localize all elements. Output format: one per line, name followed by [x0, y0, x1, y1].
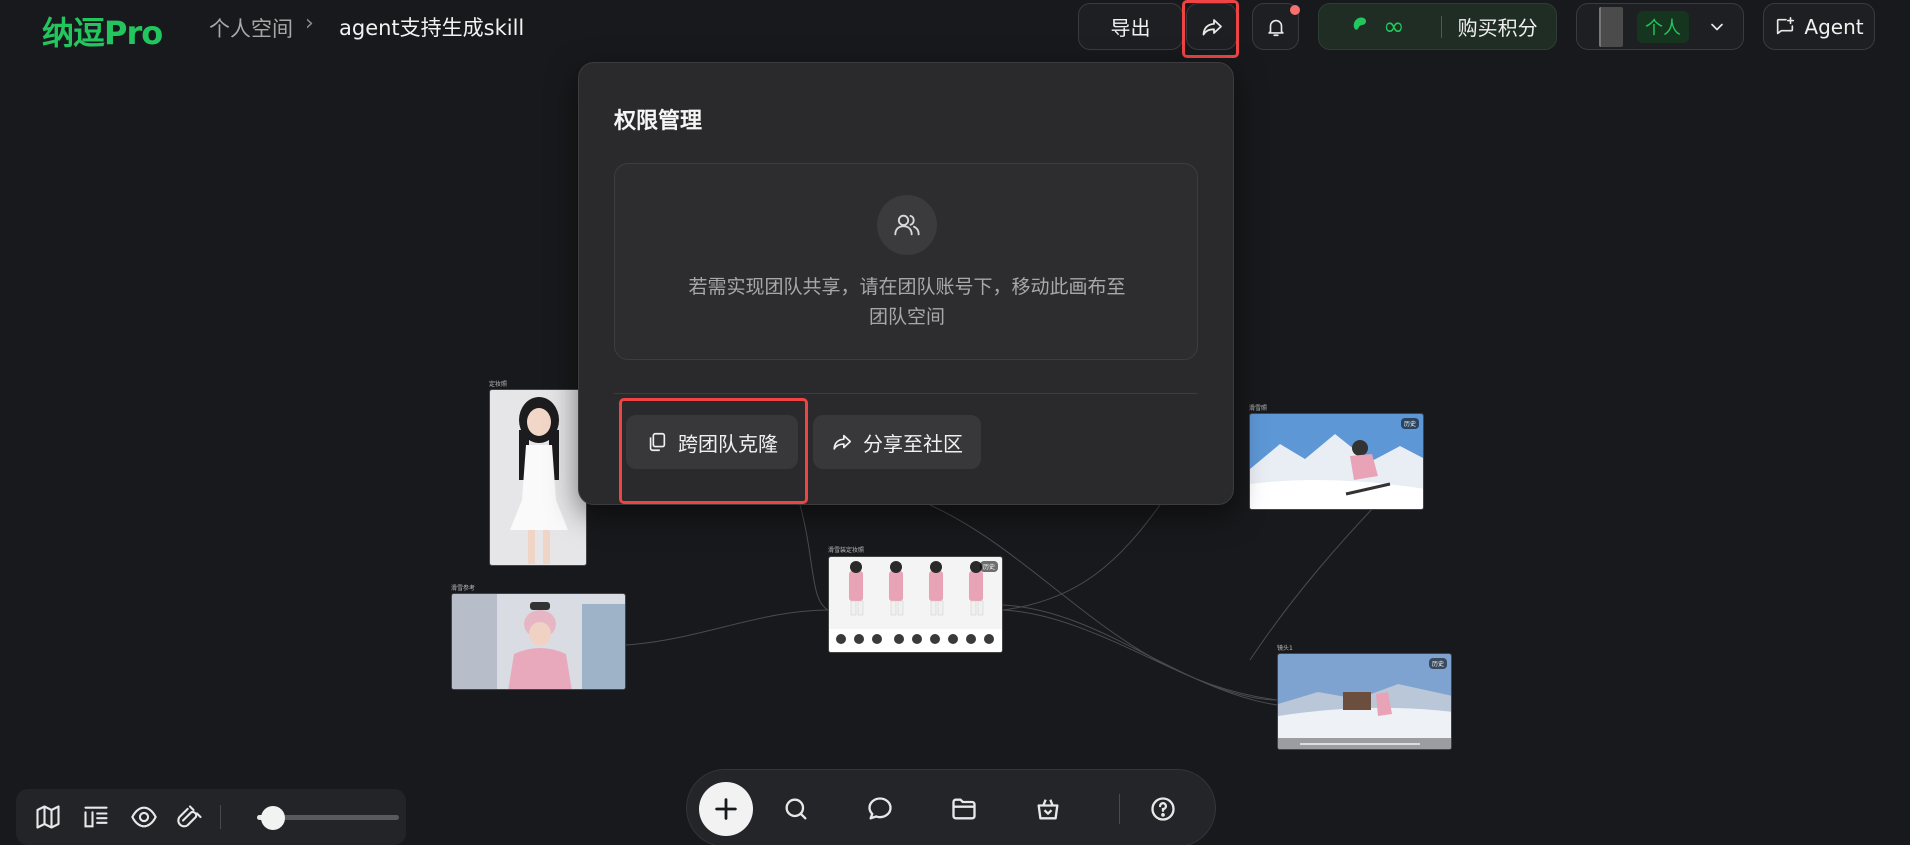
- history-badge[interactable]: 历史: [1428, 658, 1447, 669]
- account-switcher[interactable]: 个人: [1576, 3, 1744, 50]
- bean-icon: [1349, 13, 1371, 40]
- top-bar: 纳逗Pro 个人空间 › agent支持生成skill 导出 ∞ 购买积分 个人: [0, 0, 1910, 58]
- map-icon[interactable]: [34, 803, 62, 831]
- chevron-down-icon: [1711, 23, 1723, 30]
- ski-reference-image: [452, 594, 625, 689]
- chat-icon[interactable]: [866, 795, 894, 823]
- toolbar-divider: [1119, 794, 1120, 824]
- share-icon: [833, 434, 852, 450]
- buy-credits-label: 购买积分: [1457, 16, 1538, 40]
- credits-divider: [1440, 15, 1442, 38]
- breadcrumb-separator: ›: [305, 11, 314, 36]
- makeup-photo-image: [490, 390, 586, 565]
- node-shot1-video[interactable]: 历史: [1277, 653, 1452, 750]
- share-to-community-button[interactable]: 分享至社区: [813, 415, 981, 469]
- node-ski-outfit-photo[interactable]: 历史: [828, 556, 1003, 653]
- node-ski-photo[interactable]: 历史: [1249, 413, 1424, 510]
- node-makeup-photo[interactable]: [489, 389, 587, 566]
- node-label-ski-outfit: 滑雪装定妆照: [828, 547, 865, 554]
- add-node-button[interactable]: [699, 782, 753, 836]
- notification-badge-dot: [1290, 5, 1300, 15]
- popup-divider: [614, 393, 1198, 394]
- magnet-icon[interactable]: [176, 803, 204, 831]
- shot1-video-image: [1278, 654, 1451, 749]
- node-ski-reference[interactable]: [451, 593, 626, 690]
- agent-button[interactable]: Agent: [1763, 3, 1875, 50]
- zoom-slider-knob[interactable]: [261, 806, 285, 830]
- team-share-hint-line1: 若需实现团队共享，请在团队账号下，移动此画布至: [688, 276, 1126, 298]
- history-badge[interactable]: 历史: [979, 561, 998, 572]
- plus-icon: [715, 798, 737, 820]
- team-share-hint-line2: 团队空间: [868, 306, 945, 328]
- breadcrumb-personal-space[interactable]: 个人空间: [209, 13, 293, 43]
- node-label-ski-reference: 滑雪参考: [451, 585, 476, 592]
- help-icon[interactable]: [1149, 795, 1177, 823]
- export-button[interactable]: 导出: [1078, 3, 1183, 50]
- node-label-makeup: 定妆照: [489, 381, 508, 388]
- eye-icon[interactable]: [130, 803, 158, 831]
- ski-photo-image: [1250, 414, 1423, 509]
- agent-button-label: Agent: [1804, 14, 1864, 39]
- team-share-hint: 若需实现团队共享，请在团队账号下，移动此画布至 团队空间: [655, 272, 1159, 332]
- app-logo[interactable]: 纳逗Pro: [42, 8, 163, 54]
- share-to-community-label: 分享至社区: [863, 431, 963, 456]
- node-label-shot1: 镜头1: [1277, 645, 1293, 652]
- export-button-label: 导出: [1110, 16, 1151, 40]
- canvas-title[interactable]: agent支持生成skill: [339, 12, 524, 42]
- users-icon: [894, 214, 920, 236]
- ski-outfit-image: [829, 557, 1002, 652]
- asset-box-icon[interactable]: [1034, 795, 1062, 823]
- view-toolbar: [16, 789, 406, 845]
- avatar: [1599, 6, 1623, 47]
- toolbar-divider: [220, 805, 221, 829]
- search-icon[interactable]: [782, 795, 810, 823]
- team-share-card: 若需实现团队共享，请在团队账号下，移动此画布至 团队空间: [614, 163, 1198, 360]
- clone-button-highlight: [619, 398, 808, 504]
- credits-unlimited: ∞: [1383, 11, 1405, 42]
- team-icon-circle: [877, 195, 937, 255]
- share-button-highlight: [1182, 0, 1239, 58]
- canvas-toolbar: [686, 769, 1216, 845]
- history-badge[interactable]: 历史: [1400, 418, 1419, 429]
- agent-icon: [1777, 16, 1795, 34]
- layout-icon[interactable]: [82, 803, 110, 831]
- account-type-badge: 个人: [1637, 10, 1689, 43]
- node-label-ski-photo: 滑雪照: [1249, 405, 1268, 412]
- popup-title: 权限管理: [614, 109, 703, 134]
- folder-icon[interactable]: [950, 795, 978, 823]
- credits-button[interactable]: ∞ 购买积分: [1318, 3, 1557, 50]
- bell-icon: [1267, 19, 1284, 36]
